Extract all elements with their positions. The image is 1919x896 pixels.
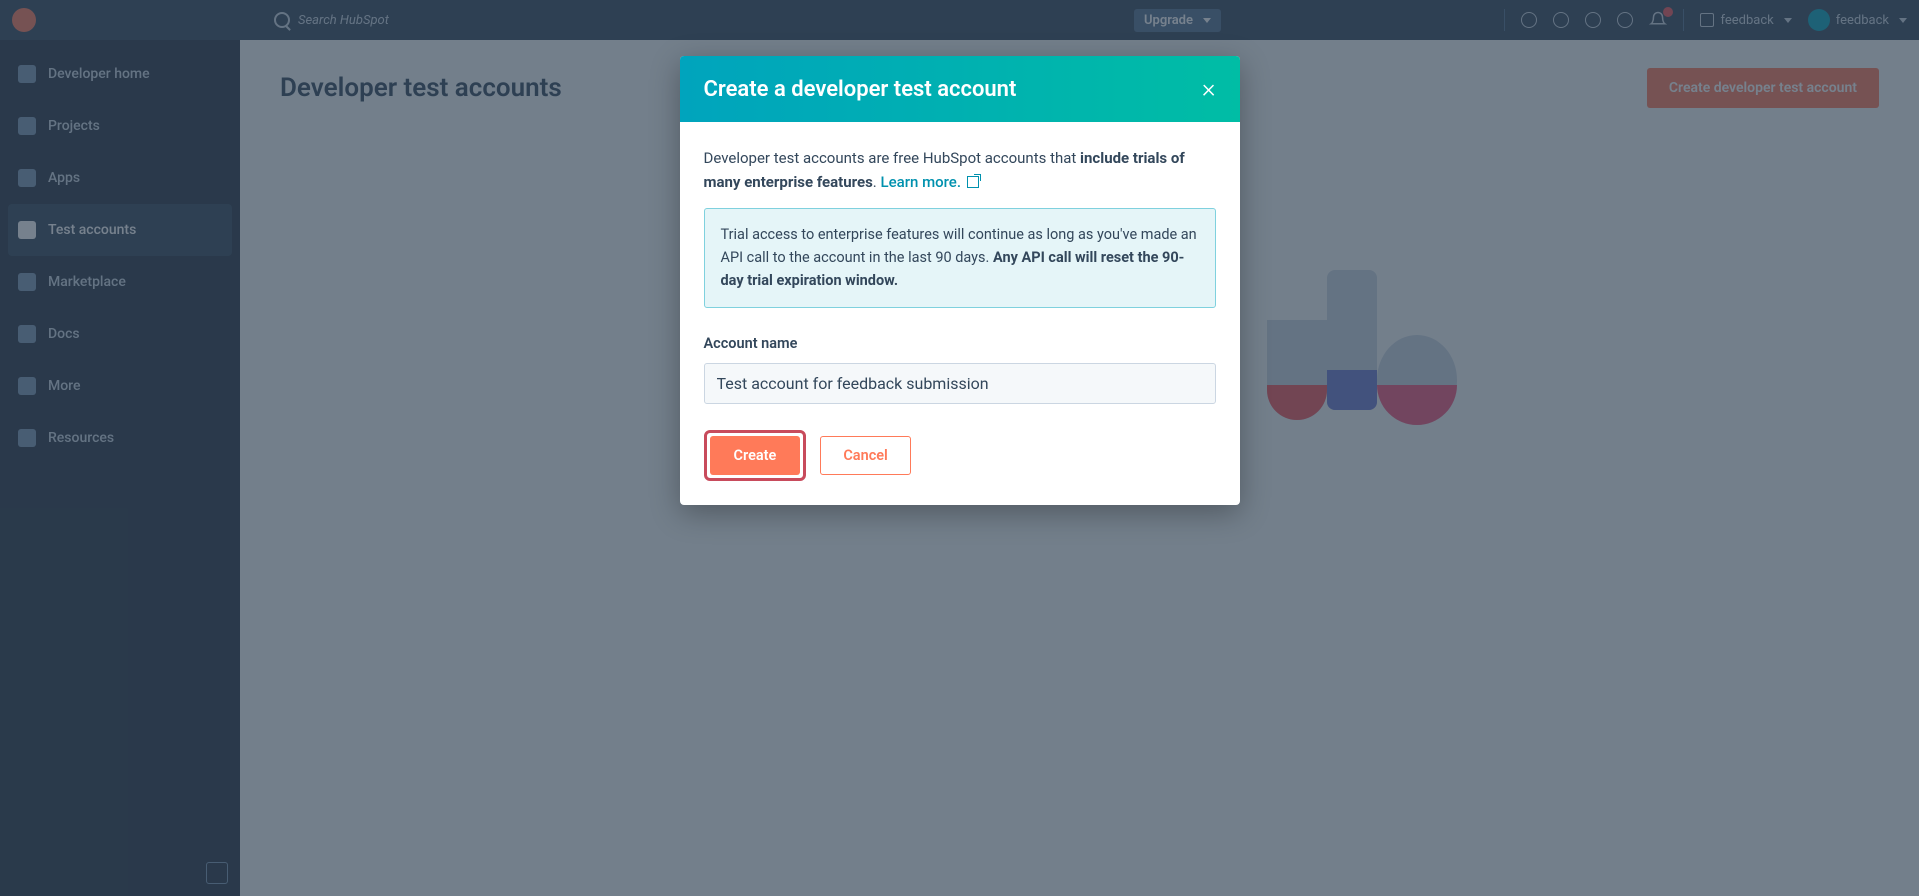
- learn-more-link[interactable]: Learn more.: [880, 173, 978, 191]
- create-test-account-modal: Create a developer test account × Develo…: [680, 56, 1240, 505]
- external-link-icon: [967, 176, 979, 188]
- info-box: Trial access to enterprise features will…: [704, 208, 1216, 308]
- create-button[interactable]: Create: [710, 436, 801, 475]
- tutorial-highlight: Create: [704, 430, 807, 481]
- modal-title: Create a developer test account: [704, 77, 1017, 102]
- account-name-label: Account name: [704, 332, 1216, 355]
- modal-header: Create a developer test account ×: [680, 56, 1240, 122]
- close-icon[interactable]: ×: [1202, 76, 1216, 102]
- account-name-input[interactable]: [704, 363, 1216, 404]
- modal-intro: Developer test accounts are free HubSpot…: [704, 146, 1216, 194]
- cancel-button[interactable]: Cancel: [820, 436, 911, 475]
